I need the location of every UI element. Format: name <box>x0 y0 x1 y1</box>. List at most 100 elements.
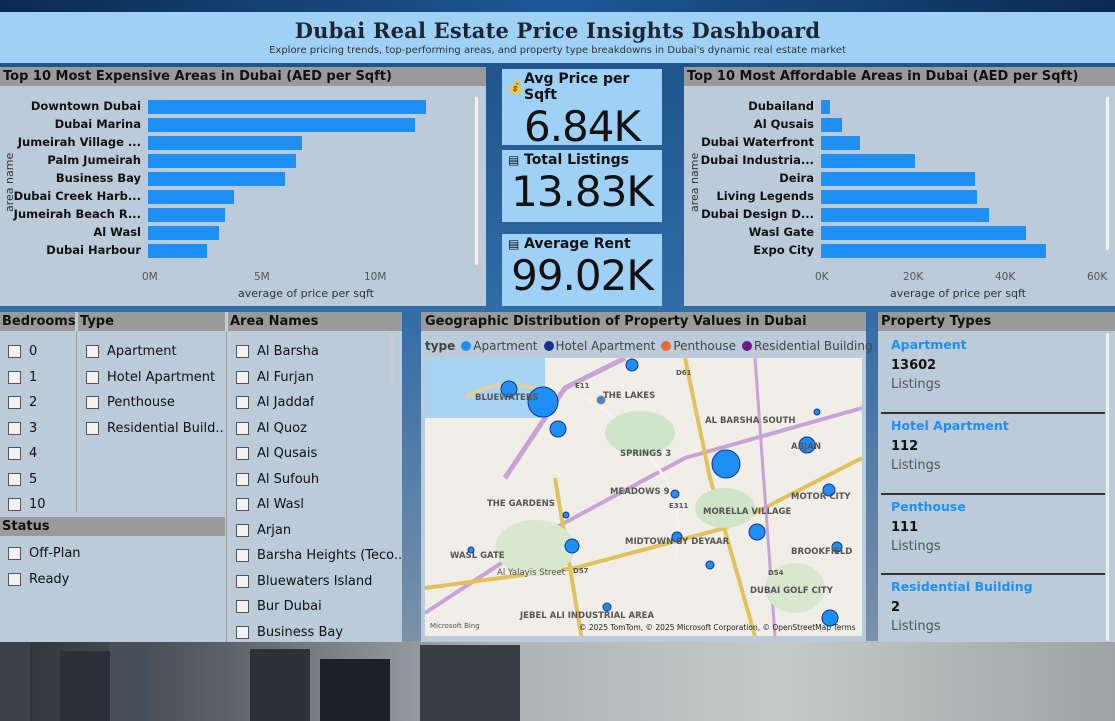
checkbox[interactable] <box>8 396 21 410</box>
checkbox[interactable] <box>236 498 249 512</box>
property-type-unit: Listings <box>891 619 941 634</box>
checkbox[interactable] <box>236 447 249 461</box>
map-canvas[interactable]: BLUEWATERS THE LAKES SPRINGS 3 AL BARSHA… <box>425 358 862 636</box>
area-option[interactable]: Bur Dubai <box>228 594 402 620</box>
legend-item-apartment[interactable]: Apartment <box>461 339 538 353</box>
affordable-bar[interactable] <box>821 100 831 114</box>
checkbox[interactable] <box>236 396 249 410</box>
expensive-bar[interactable] <box>148 190 234 204</box>
expensive-bar[interactable] <box>148 172 285 186</box>
checkbox[interactable] <box>236 421 249 435</box>
map-attribution[interactable]: © 2025 TomTom, © 2025 Microsoft Corporat… <box>579 623 856 632</box>
expensive-bar[interactable] <box>148 136 303 150</box>
property-type-card[interactable]: Penthouse 111 Listings <box>881 495 1105 575</box>
checkbox[interactable] <box>8 498 21 512</box>
area-option[interactable]: Business Bay <box>228 620 402 646</box>
property-types-scrollbar[interactable] <box>1105 332 1110 642</box>
expensive-scrollbar[interactable] <box>474 96 479 266</box>
map-bubble[interactable] <box>625 358 639 372</box>
area-option[interactable]: Al Qusais <box>228 441 402 467</box>
area-option[interactable]: Al Quoz <box>228 416 402 442</box>
affordable-bar[interactable] <box>821 118 842 132</box>
expensive-bar[interactable] <box>148 244 208 258</box>
expensive-bar[interactable] <box>148 208 226 222</box>
type-option[interactable]: Hotel Apartment <box>78 365 225 391</box>
checkbox[interactable] <box>8 447 21 461</box>
property-type-card[interactable]: Hotel Apartment 112 Listings <box>881 414 1105 495</box>
checkbox[interactable] <box>236 370 249 384</box>
property-type-card[interactable]: Residential Building 2 Listings <box>881 575 1105 640</box>
map-bubble[interactable] <box>705 560 715 570</box>
status-option[interactable]: Off-Plan <box>0 541 225 567</box>
bed-option[interactable]: 3 <box>0 416 75 442</box>
bed-option[interactable]: 0 <box>0 339 75 365</box>
status-slicer-title: Status <box>0 517 225 536</box>
affordable-bar[interactable] <box>821 136 861 150</box>
expensive-bar[interactable] <box>148 154 296 168</box>
area-option[interactable]: Al Jaddaf <box>228 390 402 416</box>
expensive-bar[interactable] <box>148 226 219 240</box>
map-bubble[interactable] <box>564 538 580 554</box>
area-option[interactable]: Bluewaters Island <box>228 569 402 595</box>
expensive-bar[interactable] <box>148 118 415 132</box>
map-bubble[interactable] <box>711 449 741 479</box>
affordable-scrollbar[interactable] <box>1105 96 1110 251</box>
legend-item-penthouse[interactable]: Penthouse <box>661 339 736 353</box>
affordable-areas-chart[interactable]: Top 10 Most Affordable Areas in Dubai (A… <box>684 67 1115 306</box>
expensive-areas-chart[interactable]: Top 10 Most Expensive Areas in Dubai (AE… <box>0 67 486 306</box>
map-bubble[interactable] <box>562 511 570 519</box>
checkbox[interactable] <box>86 421 99 435</box>
map-bubble[interactable] <box>549 420 567 438</box>
checkbox[interactable] <box>86 345 99 359</box>
area-option[interactable]: Al Wasl <box>228 492 402 518</box>
expensive-bar[interactable] <box>148 100 426 114</box>
document-icon: ▤ <box>508 153 520 167</box>
map-place-label: MIDTOWN BY DEYAAR <box>625 537 730 547</box>
area-option[interactable]: Al Sufouh <box>228 467 402 493</box>
map-bubble[interactable] <box>602 602 612 612</box>
checkbox[interactable] <box>86 396 99 410</box>
map-bubble[interactable] <box>670 489 680 499</box>
property-type-card[interactable]: Apartment 13602 Listings <box>881 333 1105 414</box>
affordable-bar[interactable] <box>821 154 916 168</box>
type-option[interactable]: Residential Build... <box>78 416 225 442</box>
checkbox[interactable] <box>8 547 21 561</box>
checkbox[interactable] <box>8 421 21 435</box>
checkbox[interactable] <box>236 523 249 537</box>
area-option[interactable]: Barsha Heights (Teco... <box>228 543 402 569</box>
type-option[interactable]: Apartment <box>78 339 225 365</box>
checkbox[interactable] <box>8 370 21 384</box>
area-option[interactable]: Arjan <box>228 518 402 544</box>
map-bubble[interactable] <box>813 408 821 416</box>
road-shield: E11 <box>575 382 590 390</box>
checkbox[interactable] <box>236 625 249 639</box>
checkbox[interactable] <box>86 370 99 384</box>
bed-option[interactable]: 1 <box>0 365 75 391</box>
affordable-bar[interactable] <box>821 244 1047 258</box>
bed-option[interactable]: 5 <box>0 467 75 493</box>
checkbox[interactable] <box>236 472 249 486</box>
checkbox[interactable] <box>236 345 249 359</box>
map-bubble[interactable] <box>748 523 766 541</box>
checkbox[interactable] <box>8 345 21 359</box>
areas-scrollbar[interactable] <box>389 332 394 386</box>
checkbox[interactable] <box>236 600 249 614</box>
checkbox[interactable] <box>236 549 249 563</box>
checkbox[interactable] <box>8 472 21 486</box>
affordable-bar[interactable] <box>821 172 976 186</box>
legend-item-hotel-apartment[interactable]: Hotel Apartment <box>543 339 655 353</box>
area-option[interactable]: Al Barsha <box>228 339 402 365</box>
affordable-bar[interactable] <box>821 226 1026 240</box>
status-option[interactable]: Ready <box>0 567 225 593</box>
bed-option[interactable]: 4 <box>0 441 75 467</box>
legend-item-residential-building[interactable]: Residential Building <box>742 339 873 353</box>
checkbox[interactable] <box>236 574 249 588</box>
affordable-bar[interactable] <box>821 208 989 222</box>
checkbox[interactable] <box>8 572 21 586</box>
bed-option[interactable]: 2 <box>0 390 75 416</box>
area-option[interactable]: Al Furjan <box>228 365 402 391</box>
type-option[interactable]: Penthouse <box>78 390 225 416</box>
bed-option[interactable]: 10 <box>0 492 75 518</box>
map-place-label: ARJAN <box>791 442 821 452</box>
affordable-bar[interactable] <box>821 190 978 204</box>
